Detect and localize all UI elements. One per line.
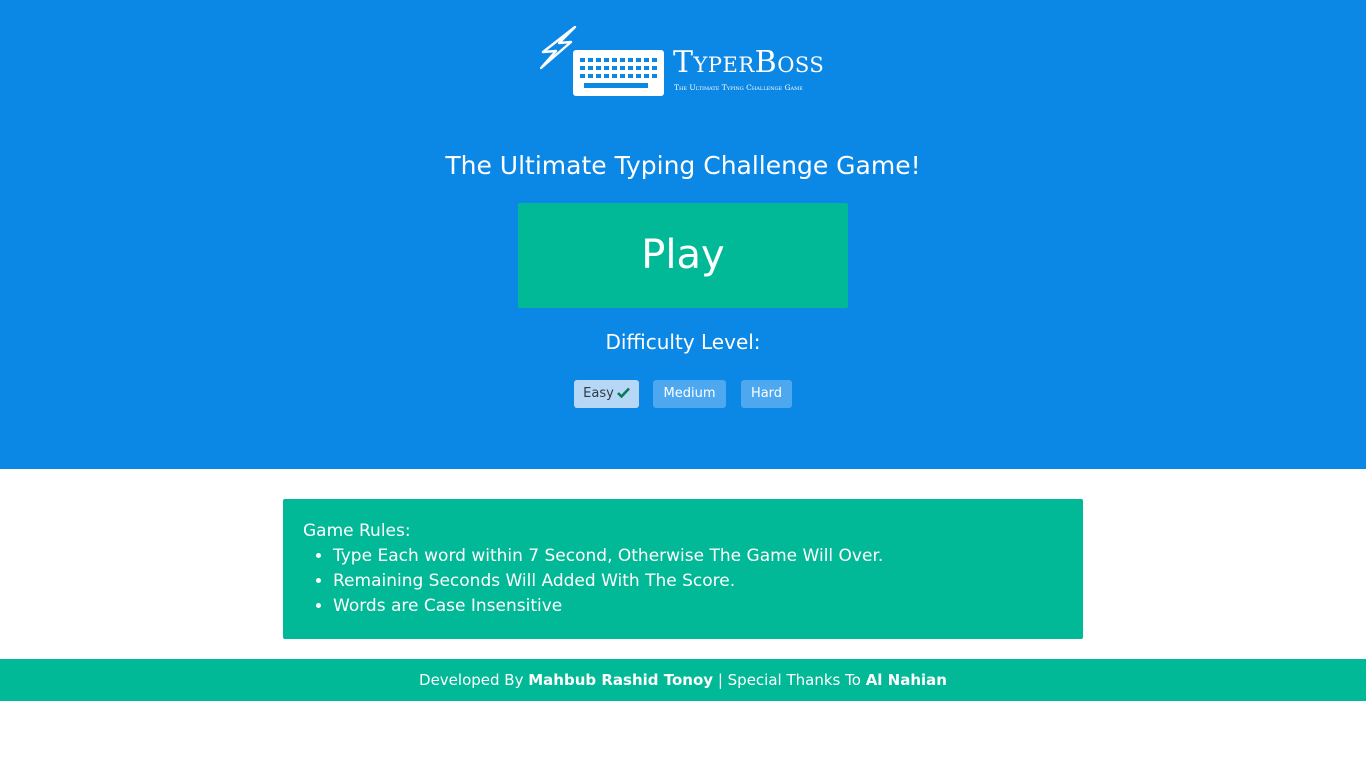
difficulty-easy-label: Easy — [583, 386, 614, 401]
footer-developer-name: Mahbub Rashid Tonoy — [528, 671, 714, 689]
check-icon — [616, 387, 630, 398]
footer-thanks-name: Al Nahian — [865, 671, 947, 689]
difficulty-label: Difficulty Level: — [605, 330, 761, 354]
hero-section: TyperBoss The Ultimate Typing Challenge … — [0, 0, 1366, 469]
rule-item: Words are Case Insensitive — [333, 594, 1063, 619]
rules-title: Game Rules: — [303, 521, 411, 541]
rule-item: Type Each word within 7 Second, Otherwis… — [333, 544, 1063, 569]
brand-logo[interactable]: TyperBoss The Ultimate Typing Challenge … — [540, 26, 830, 98]
footer-developed-by-label: Developed By — [419, 671, 524, 689]
play-button[interactable]: Play — [518, 203, 848, 308]
difficulty-medium-button[interactable]: Medium — [653, 380, 726, 408]
keyboard-lightning-icon — [540, 26, 664, 96]
page-tagline: The Ultimate Typing Challenge Game! — [445, 151, 921, 180]
footer: Developed By Mahbub Rashid Tonoy | Speci… — [0, 659, 1366, 701]
game-rules-panel: Game Rules: Type Each word within 7 Seco… — [283, 499, 1083, 639]
rules-list: Type Each word within 7 Second, Otherwis… — [303, 544, 1063, 619]
footer-thanks-label: Special Thanks To — [727, 671, 861, 689]
brand-subtitle: The Ultimate Typing Challenge Game — [674, 83, 803, 92]
footer-separator: | — [717, 671, 723, 689]
brand-name: TyperBoss — [673, 45, 825, 80]
difficulty-hard-button[interactable]: Hard — [741, 380, 792, 408]
difficulty-easy-button[interactable]: Easy — [574, 380, 639, 408]
rule-item: Remaining Seconds Will Added With The Sc… — [333, 569, 1063, 594]
